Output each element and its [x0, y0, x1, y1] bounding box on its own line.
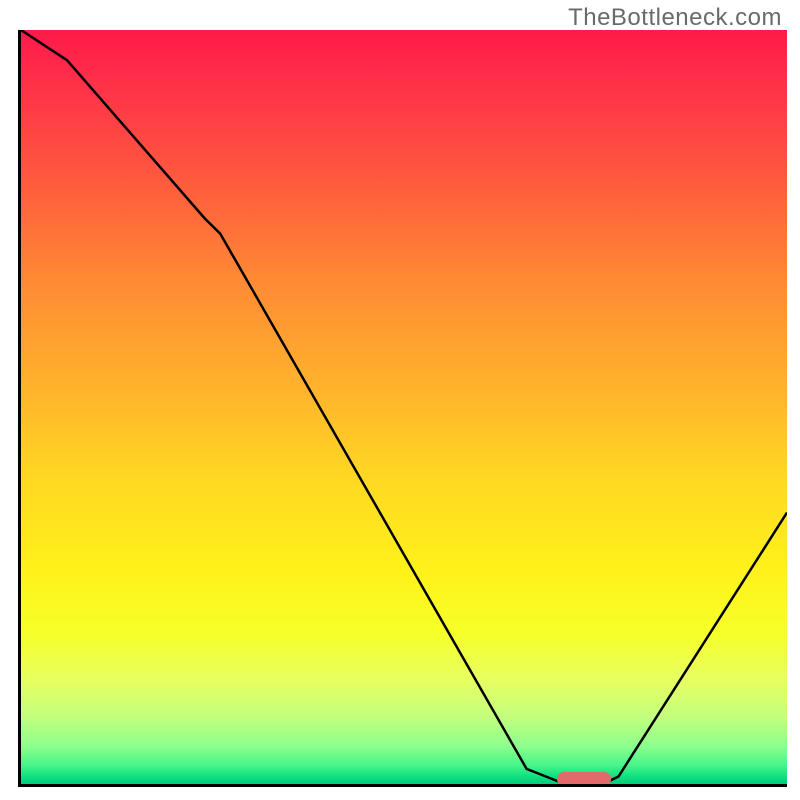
optimum-marker [557, 772, 611, 786]
curve-path [21, 30, 787, 784]
plot-area [18, 30, 787, 787]
curve-svg [21, 30, 787, 784]
watermark-text: TheBottleneck.com [568, 4, 782, 32]
chart-frame: TheBottleneck.com [0, 0, 800, 800]
